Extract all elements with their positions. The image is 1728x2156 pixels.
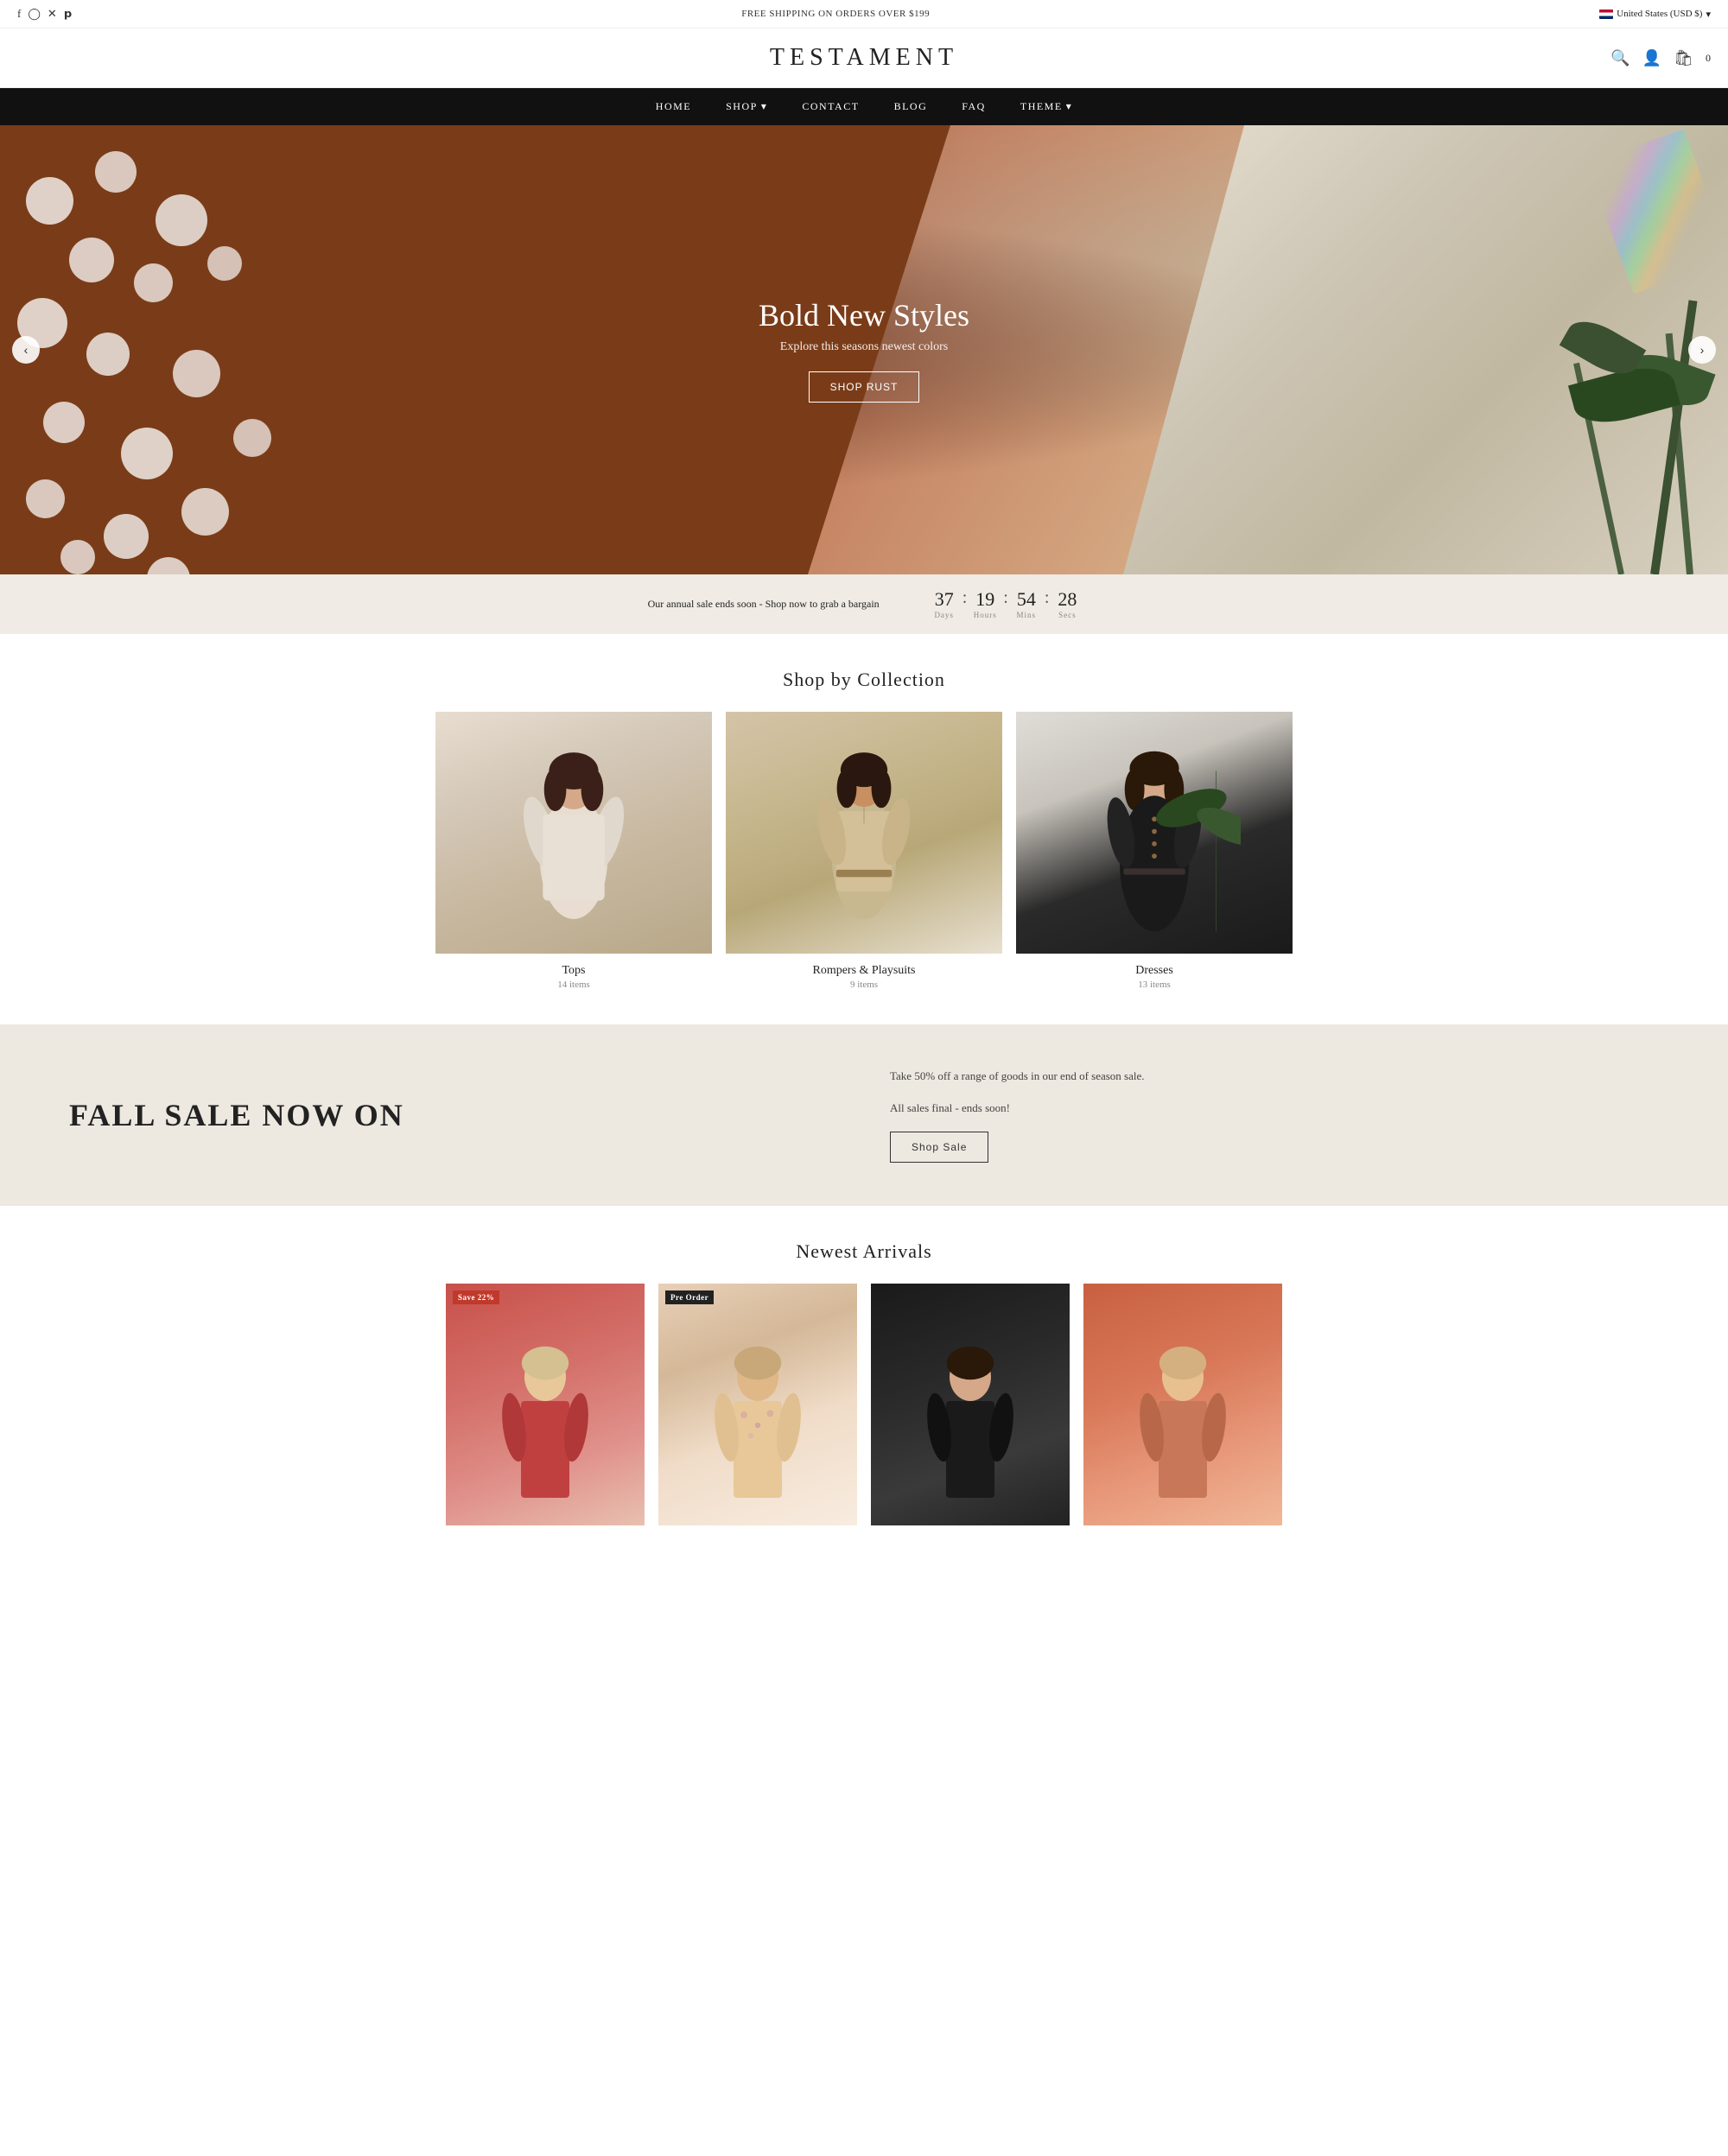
- arrivals-title: Newest Arrivals: [0, 1240, 1728, 1263]
- fall-sale-desc-2: All sales final - ends soon!: [890, 1100, 1659, 1118]
- search-icon[interactable]: 🔍: [1610, 49, 1630, 67]
- collection-rompers-label: Rompers & Playsuits 9 items: [726, 964, 1002, 990]
- hero-subtitle: Explore this seasons newest colors: [759, 340, 969, 354]
- collection-rompers-image: [726, 712, 1002, 954]
- timer-days: 37 Days: [931, 590, 957, 619]
- instagram-icon[interactable]: ◯: [28, 7, 41, 21]
- flag-icon: [1599, 10, 1613, 19]
- main-nav: HOME SHOP ▾ CONTACT BLOG FAQ THEME ▾: [0, 88, 1728, 125]
- fall-sale-section: FALL SALE NOW ON Take 50% off a range of…: [0, 1024, 1728, 1206]
- collection-tops-image: [435, 712, 712, 954]
- top-bar: f ◯ ✕ 𝗽 FREE SHIPPING ON ORDERS OVER $19…: [0, 0, 1728, 29]
- locale-selector[interactable]: United States (USD $) ▾: [1599, 9, 1711, 20]
- hero-next-button[interactable]: ›: [1688, 336, 1716, 364]
- nav-faq[interactable]: FAQ: [962, 100, 986, 113]
- fall-sale-desc-1: Take 50% off a range of goods in our end…: [890, 1068, 1659, 1086]
- fall-sale-button[interactable]: Shop Sale: [890, 1132, 988, 1163]
- hero-cta-button[interactable]: Shop Rust: [809, 371, 920, 403]
- collection-dresses-label: Dresses 13 items: [1016, 964, 1293, 990]
- collections-title: Shop by Collection: [0, 669, 1728, 691]
- fall-sale-right: Take 50% off a range of goods in our end…: [890, 1068, 1659, 1163]
- chevron-down-icon: ▾: [761, 100, 768, 113]
- arrival-badge-1: Save 22%: [453, 1290, 499, 1304]
- hero-prev-button[interactable]: ‹: [12, 336, 40, 364]
- locale-text: United States (USD $): [1617, 9, 1702, 19]
- collection-dresses-image: [1016, 712, 1293, 954]
- nav-home[interactable]: HOME: [656, 100, 691, 113]
- timer-secs: 28 Secs: [1054, 590, 1080, 619]
- header: TESTAMENT 🔍 👤 🛍 0: [0, 29, 1728, 88]
- chevron-down-icon: ▾: [1706, 9, 1711, 20]
- collections-grid: Tops 14 items Rompers & Playsuits: [0, 712, 1728, 1024]
- countdown-text: Our annual sale ends soon - Shop now to …: [648, 598, 880, 611]
- arrival-item-3[interactable]: [871, 1284, 1070, 1525]
- collection-tops[interactable]: Tops 14 items: [435, 712, 712, 990]
- hero-title: Bold New Styles: [759, 297, 969, 333]
- timer-sep-3: :: [1045, 588, 1050, 620]
- collection-dresses[interactable]: Dresses 13 items: [1016, 712, 1293, 990]
- arrival-image-4: [1083, 1284, 1282, 1525]
- arrival-badge-2: Pre Order: [665, 1290, 714, 1304]
- nav-contact[interactable]: CONTACT: [802, 100, 859, 113]
- countdown-shop-link[interactable]: Shop now: [766, 598, 807, 610]
- arrival-image-2: Pre Order: [658, 1284, 857, 1525]
- timer-sep-1: :: [962, 588, 968, 620]
- social-icons: f ◯ ✕ 𝗽: [17, 7, 72, 21]
- facebook-icon[interactable]: f: [17, 7, 21, 21]
- nav-theme[interactable]: THEME ▾: [1020, 100, 1072, 113]
- timer-hours: 19 Hours: [972, 590, 998, 619]
- hero-content: Bold New Styles Explore this seasons new…: [759, 297, 969, 403]
- arrival-item-4[interactable]: [1083, 1284, 1282, 1525]
- timer-mins: 54 Mins: [1013, 590, 1039, 619]
- chevron-down-icon: ▾: [1066, 100, 1073, 113]
- arrival-image-1: Save 22%: [446, 1284, 645, 1525]
- timer-sep-2: :: [1003, 588, 1008, 620]
- cart-icon[interactable]: 🛍: [1674, 49, 1693, 67]
- pinterest-icon[interactable]: 𝗽: [64, 7, 72, 21]
- arrival-item-1[interactable]: Save 22%: [446, 1284, 645, 1525]
- arrival-image-3: [871, 1284, 1070, 1525]
- countdown-bar: Our annual sale ends soon - Shop now to …: [0, 574, 1728, 634]
- header-icons: 🔍 👤 🛍 0: [1610, 49, 1711, 67]
- nav-shop[interactable]: SHOP ▾: [726, 100, 767, 113]
- twitter-icon[interactable]: ✕: [48, 7, 57, 21]
- arrivals-grid: Save 22% Pre Order: [0, 1284, 1728, 1560]
- shipping-text: FREE SHIPPING ON ORDERS OVER $199: [741, 9, 930, 19]
- account-icon[interactable]: 👤: [1642, 49, 1661, 67]
- site-logo[interactable]: TESTAMENT: [770, 44, 958, 72]
- nav-blog[interactable]: BLOG: [894, 100, 928, 113]
- cart-count: 0: [1706, 52, 1711, 65]
- fall-sale-title: FALL SALE NOW ON: [69, 1097, 838, 1133]
- hero-section: ‹ Bold New Styles Explore this seasons n…: [0, 125, 1728, 574]
- collection-rompers[interactable]: Rompers & Playsuits 9 items: [726, 712, 1002, 990]
- countdown-timer: 37 Days : 19 Hours : 54 Mins : 28 Secs: [931, 588, 1081, 620]
- collection-tops-label: Tops 14 items: [435, 964, 712, 990]
- arrival-item-2[interactable]: Pre Order: [658, 1284, 857, 1525]
